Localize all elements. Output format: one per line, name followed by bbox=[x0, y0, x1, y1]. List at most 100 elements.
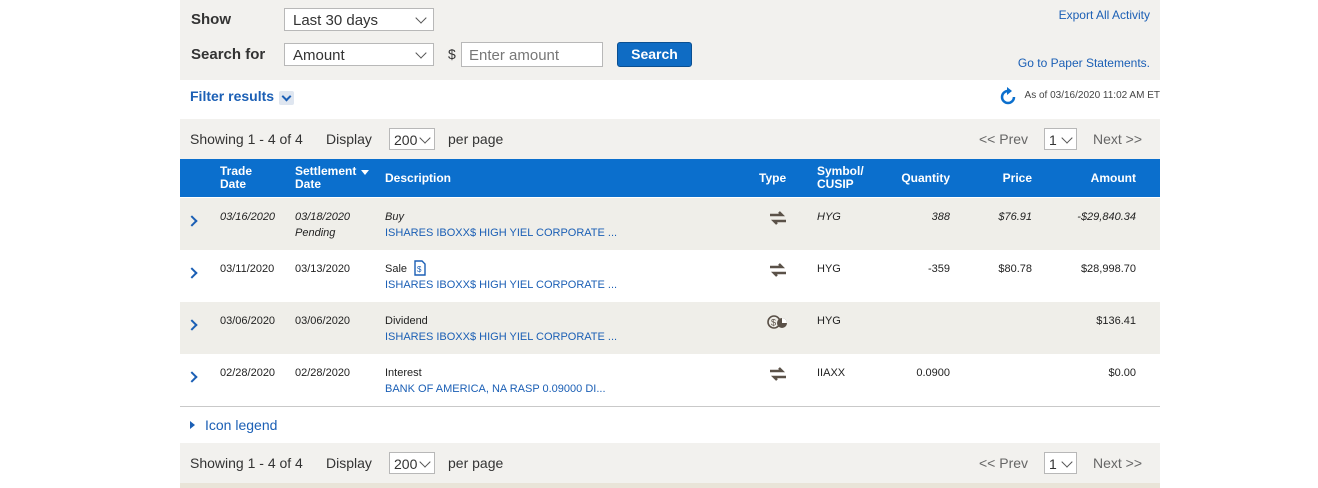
showing-count: Showing 1 - 4 of 4 bbox=[190, 455, 303, 471]
prev-page-link[interactable]: << Prev bbox=[979, 131, 1028, 147]
amount: $28,998.70 bbox=[1080, 263, 1136, 275]
refresh-icon[interactable] bbox=[1000, 87, 1016, 110]
quantity: 0.0900 bbox=[916, 367, 950, 379]
search-for-label: Search for bbox=[191, 46, 266, 63]
table-row[interactable]: 03/06/2020 03/06/2020 Dividend ISHARES I… bbox=[180, 302, 1160, 354]
pagination-top: Showing 1 - 4 of 4 Display 200 per page … bbox=[180, 119, 1160, 159]
page-size-select[interactable]: 200 bbox=[389, 452, 435, 474]
header-trade-date[interactable]: Trade Date bbox=[220, 165, 265, 191]
page-size-select[interactable]: 200 bbox=[389, 128, 435, 150]
quantity: 388 bbox=[931, 211, 950, 223]
transfer-arrows-icon bbox=[768, 211, 788, 228]
chevron-down-icon bbox=[419, 456, 431, 468]
show-label: Show bbox=[191, 11, 231, 28]
search-type-value: Amount bbox=[293, 47, 345, 64]
header-type[interactable]: Type bbox=[759, 172, 786, 185]
filter-results-toggle[interactable]: Filter results bbox=[190, 88, 274, 104]
action-text: Sale bbox=[385, 263, 408, 275]
security-description-link[interactable]: BANK OF AMERICA, NA RASP 0.09000 DI... bbox=[385, 383, 606, 395]
trade-date: 03/11/2020 bbox=[220, 263, 275, 275]
amount: $0.00 bbox=[1108, 367, 1136, 379]
transfer-arrows-icon bbox=[768, 367, 788, 384]
price: $80.78 bbox=[998, 263, 1032, 275]
security-description-link[interactable]: ISHARES IBOXX$ HIGH YIEL CORPORATE ... bbox=[385, 279, 617, 291]
per-page-label: per page bbox=[448, 455, 504, 471]
next-page-link[interactable]: Next >> bbox=[1093, 455, 1142, 471]
page-number-value: 1 bbox=[1049, 132, 1057, 148]
per-page-label: per page bbox=[448, 131, 504, 147]
settlement-date: 03/13/2020 bbox=[295, 263, 351, 275]
page-number-select[interactable]: 1 bbox=[1044, 452, 1077, 474]
pagination-bottom: Showing 1 - 4 of 4 Display 200 per page … bbox=[180, 443, 1160, 483]
expand-row-icon[interactable] bbox=[186, 215, 198, 227]
action-text: Interest bbox=[385, 367, 422, 379]
caret-right-icon[interactable] bbox=[190, 421, 195, 429]
footer-strip bbox=[180, 483, 1160, 488]
settlement-date: 03/06/2020 bbox=[295, 315, 351, 327]
transfer-arrows-icon bbox=[768, 263, 788, 280]
dividend-coin-icon: $ bbox=[767, 314, 789, 333]
search-type-select[interactable]: Amount bbox=[284, 43, 434, 66]
filter-panel: Show Last 30 days Search for Amount $ En… bbox=[180, 0, 1160, 80]
table-divider bbox=[180, 406, 1160, 407]
chevron-down-icon bbox=[1061, 456, 1073, 468]
price: $76.91 bbox=[998, 211, 1032, 223]
quantity: -359 bbox=[927, 263, 950, 275]
filter-results-chevron[interactable] bbox=[279, 91, 294, 105]
icon-legend-link[interactable]: Icon legend bbox=[205, 417, 277, 433]
sort-descending-icon[interactable] bbox=[361, 170, 369, 175]
symbol: HYG bbox=[817, 263, 841, 275]
trade-date: 03/06/2020 bbox=[220, 315, 276, 327]
security-description-link[interactable]: ISHARES IBOXX$ HIGH YIEL CORPORATE ... bbox=[385, 331, 617, 343]
header-symbol-cusip[interactable]: Symbol/ CUSIP bbox=[817, 165, 869, 191]
paper-statements-link[interactable]: Go to Paper Statements. bbox=[1018, 56, 1150, 70]
action-text: Dividend bbox=[385, 315, 428, 327]
amount: -$29,840.34 bbox=[1077, 211, 1136, 223]
chevron-down-icon bbox=[419, 132, 431, 144]
display-label: Display bbox=[326, 131, 372, 147]
security-description-link[interactable]: ISHARES IBOXX$ HIGH YIEL CORPORATE ... bbox=[385, 227, 617, 239]
page-size-value: 200 bbox=[394, 132, 418, 148]
receipt-document-icon[interactable]: $ bbox=[413, 260, 427, 279]
header-settlement-date[interactable]: Settlement Date bbox=[295, 165, 360, 191]
export-all-activity-link[interactable]: Export All Activity bbox=[1059, 8, 1150, 22]
trade-date: 03/16/2020 bbox=[220, 211, 276, 223]
table-row[interactable]: 03/11/2020 03/13/2020 Sale $ ISHARES IBO… bbox=[180, 250, 1160, 302]
table-row[interactable]: 03/16/2020 03/18/2020 Pending Buy ISHARE… bbox=[180, 198, 1160, 250]
amount-input[interactable]: Enter amount bbox=[461, 42, 603, 67]
settlement-date: 03/18/2020 bbox=[295, 211, 351, 223]
as-of-timestamp: As of 03/16/2020 11:02 AM ET bbox=[1024, 90, 1160, 101]
chevron-down-icon bbox=[1061, 132, 1073, 144]
activity-panel: Show Last 30 days Search for Amount $ En… bbox=[180, 0, 1160, 488]
showing-count: Showing 1 - 4 of 4 bbox=[190, 131, 303, 147]
symbol: HYG bbox=[817, 315, 841, 327]
currency-symbol: $ bbox=[448, 46, 456, 62]
trade-date: 02/28/2020 bbox=[220, 367, 276, 379]
symbol: HYG bbox=[817, 211, 841, 223]
prev-page-link[interactable]: << Prev bbox=[979, 455, 1028, 471]
page-number-value: 1 bbox=[1049, 456, 1057, 472]
settlement-status: Pending bbox=[295, 227, 336, 239]
header-amount[interactable]: Amount bbox=[1091, 172, 1136, 185]
next-page-link[interactable]: Next >> bbox=[1093, 131, 1142, 147]
svg-text:$: $ bbox=[771, 318, 776, 328]
header-description[interactable]: Description bbox=[385, 172, 451, 185]
header-quantity[interactable]: Quantity bbox=[901, 172, 950, 185]
show-period-select[interactable]: Last 30 days bbox=[284, 8, 434, 31]
expand-row-icon[interactable] bbox=[186, 267, 198, 279]
header-price[interactable]: Price bbox=[1003, 172, 1032, 185]
expand-row-icon[interactable] bbox=[186, 319, 198, 331]
search-button[interactable]: Search bbox=[617, 42, 692, 67]
chevron-down-icon bbox=[415, 47, 427, 59]
amount-placeholder: Enter amount bbox=[469, 47, 560, 64]
chevron-down-icon bbox=[415, 12, 427, 24]
show-period-value: Last 30 days bbox=[293, 12, 379, 29]
page-number-select[interactable]: 1 bbox=[1044, 128, 1077, 150]
page-size-value: 200 bbox=[394, 456, 418, 472]
amount: $136.41 bbox=[1096, 315, 1136, 327]
expand-row-icon[interactable] bbox=[186, 371, 198, 383]
svg-text:$: $ bbox=[417, 265, 422, 274]
symbol: IIAXX bbox=[817, 367, 846, 379]
table-row[interactable]: 02/28/2020 02/28/2020 Interest BANK OF A… bbox=[180, 354, 1160, 406]
chevron-down-icon bbox=[281, 91, 292, 102]
